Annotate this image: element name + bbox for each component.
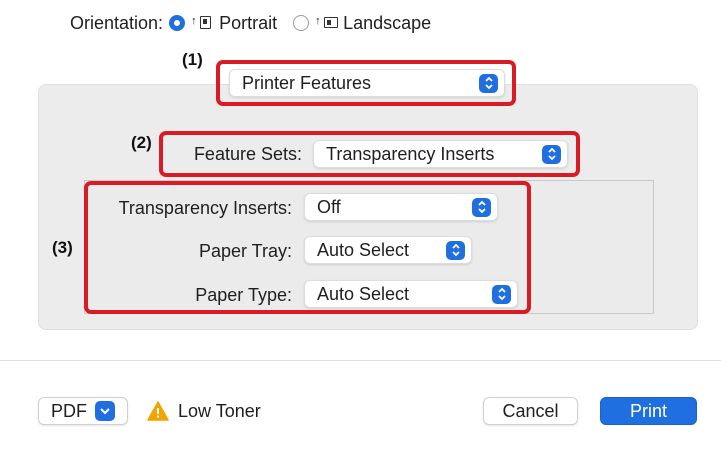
callout-marker-3: (3) bbox=[52, 238, 73, 257]
paper-type-popup[interactable]: Auto Select bbox=[304, 280, 518, 308]
warning-icon bbox=[147, 401, 169, 421]
stepper-icon bbox=[492, 284, 511, 304]
section-popup[interactable]: Printer Features bbox=[229, 69, 505, 97]
landscape-icon: ↑ bbox=[315, 14, 339, 32]
callout-marker-1: (1) bbox=[182, 50, 203, 69]
stepper-icon bbox=[472, 197, 491, 217]
pdf-label: PDF bbox=[51, 400, 87, 421]
status-text: Low Toner bbox=[178, 401, 261, 421]
stepper-icon bbox=[542, 144, 561, 164]
stepper-icon bbox=[446, 240, 465, 260]
section-popup-value: Printer Features bbox=[242, 72, 372, 93]
portrait-icon: ↑ bbox=[191, 14, 215, 32]
cancel-button[interactable]: Cancel bbox=[483, 397, 578, 425]
pdf-menu-button[interactable]: PDF bbox=[38, 397, 128, 425]
feature-sets-value: Transparency Inserts bbox=[326, 143, 495, 164]
landscape-radio[interactable] bbox=[293, 15, 310, 31]
print-button[interactable]: Print bbox=[600, 397, 697, 425]
portrait-radio[interactable] bbox=[169, 15, 186, 31]
landscape-label[interactable]: Landscape bbox=[343, 13, 431, 34]
paper-type-value: Auto Select bbox=[317, 283, 410, 304]
orientation-row: Orientation: ↑ Portrait ↑ Landscape bbox=[70, 10, 441, 36]
paper-type-label: Paper Type: bbox=[195, 285, 292, 305]
divider bbox=[0, 360, 721, 361]
transparency-inserts-popup[interactable]: Off bbox=[304, 193, 498, 221]
portrait-label[interactable]: Portrait bbox=[219, 13, 277, 34]
paper-tray-value: Auto Select bbox=[317, 239, 410, 260]
orientation-label: Orientation: bbox=[70, 12, 164, 33]
transparency-inserts-label: Transparency Inserts: bbox=[118, 198, 292, 218]
paper-tray-popup[interactable]: Auto Select bbox=[304, 236, 472, 264]
paper-tray-label: Paper Tray: bbox=[198, 241, 292, 261]
transparency-inserts-value: Off bbox=[317, 196, 341, 217]
feature-sets-label: Feature Sets: bbox=[193, 144, 302, 164]
stepper-icon bbox=[479, 73, 498, 93]
feature-sets-popup[interactable]: Transparency Inserts bbox=[313, 140, 568, 168]
chevron-down-icon bbox=[95, 401, 115, 421]
callout-marker-2: (2) bbox=[131, 133, 152, 152]
